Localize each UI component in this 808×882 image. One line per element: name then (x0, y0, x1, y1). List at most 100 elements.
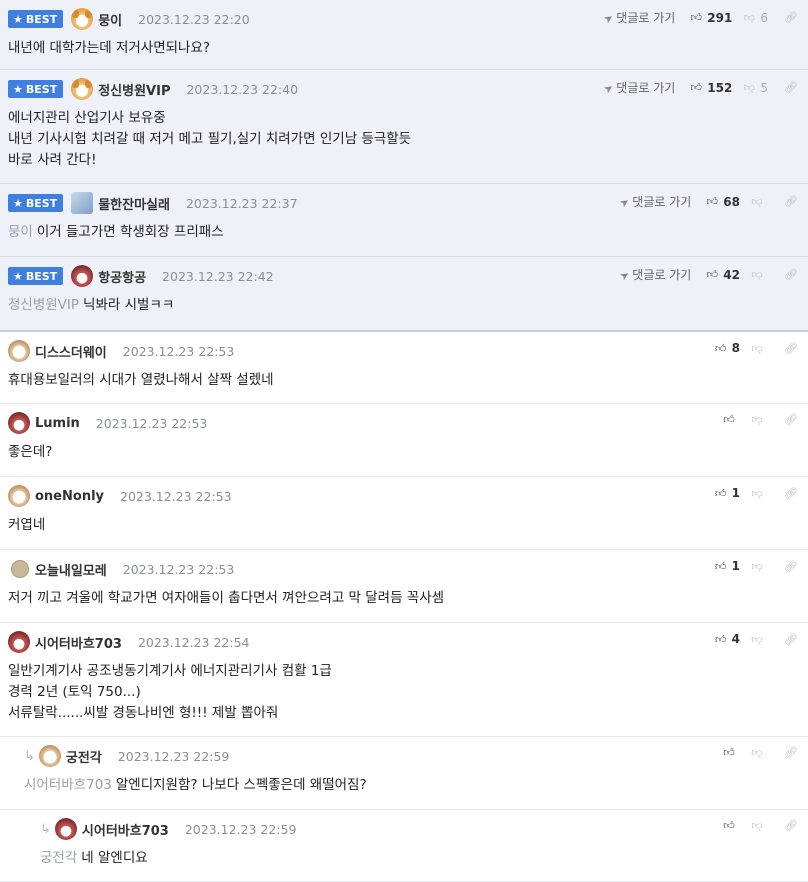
dog-avatar[interactable] (71, 78, 94, 100)
share-link-icon[interactable]: 🔗︎ (784, 195, 798, 208)
comment-item: Lumin 2023.12.23 22:53 👍︎ 👎︎ 🔗︎ 좋은데? (0, 404, 808, 477)
share-link-icon[interactable]: 🔗︎ (784, 81, 798, 94)
goto-comment-link[interactable]: ➤댓글로 가기 (617, 266, 692, 284)
comment-line: 내년 기사시험 치려갈 때 저거 메고 필기,실기 치려가면 인기남 등극할듯 (8, 129, 411, 150)
best-label: BEST (25, 82, 58, 96)
timestamp: 2023.12.23 22:42 (162, 268, 274, 284)
share-link-icon[interactable]: 🔗︎ (784, 11, 798, 24)
thumbs-down-icon[interactable]: 👎︎ (750, 819, 764, 832)
goto-label: 댓글로 가기 (632, 268, 692, 282)
robot-avatar[interactable] (71, 192, 94, 214)
comment-item: 오늘내일모레 2023.12.23 22:53 👍︎ 1 👎︎ 🔗︎ 저거 끼고 겨울에 학… (0, 550, 808, 623)
author-name[interactable]: 정신병원VIP (98, 80, 170, 99)
puppy-avatar[interactable] (8, 340, 30, 362)
puppy-avatar[interactable] (8, 485, 30, 507)
mention-tag[interactable]: 뭉이 (8, 224, 33, 240)
timestamp: 2023.12.23 22:20 (138, 11, 250, 27)
comment-actions: 👍︎ 8 👎︎ 🔗︎ (714, 341, 798, 355)
thumbs-up-icon[interactable]: 👍︎ (722, 819, 736, 832)
author-name[interactable]: 시어터바흐703 (82, 820, 169, 839)
thumbs-down-icon[interactable]: 👎︎ (750, 342, 764, 355)
share-link-icon[interactable]: 🔗︎ (784, 633, 798, 646)
thumbs-down-icon[interactable]: 👎︎ (750, 560, 764, 573)
puppy-avatar[interactable] (38, 745, 61, 767)
upvote-count: 8 (731, 341, 740, 355)
comment-actions: 👍︎ 👎︎ 🔗︎ (722, 413, 798, 426)
author-name[interactable]: 뭉이 (98, 10, 122, 29)
comment-header: ↳ 궁전각 2023.12.23 22:59 (24, 745, 229, 767)
upvote-count: 4 (731, 632, 740, 646)
comment-text: 서류탈락......씨발 경동나비엔 형!!! 제발 뽑아줘 (8, 705, 279, 721)
thumbs-up-icon[interactable]: 👍︎ (714, 487, 728, 500)
pig-avatar[interactable] (54, 818, 77, 840)
best-badge: ★ BEST (8, 10, 64, 28)
author-name[interactable]: 디스스더웨이 (35, 342, 107, 361)
upvote-count: 152 (707, 80, 733, 95)
thumbs-up-icon[interactable]: 👍︎ (689, 11, 703, 24)
comment-header: ★ BEST 정신병원VIP 2023.12.23 22:40 (8, 78, 298, 100)
thumbs-down-icon[interactable]: 👎︎ (750, 746, 764, 759)
thumbs-up-icon[interactable]: 👍︎ (722, 746, 736, 759)
star-icon: ★ (13, 196, 23, 210)
author-name[interactable]: 물한잔마실래 (98, 194, 170, 213)
comment-text: 알엔디지원함? 나보다 스펙좋은데 왜떨어짐? (115, 777, 367, 793)
thumbs-down-icon[interactable]: 👎︎ (742, 81, 756, 94)
share-link-icon[interactable]: 🔗︎ (784, 487, 798, 500)
comment-body: 궁전각 네 알엔디요 (40, 848, 148, 869)
comment-text: 내년 기사시험 치려갈 때 저거 메고 필기,실기 치려가면 인기남 등극할듯 (8, 131, 412, 147)
thumbs-down-icon[interactable]: 👎︎ (750, 195, 764, 208)
share-link-icon[interactable]: 🔗︎ (784, 268, 798, 281)
author-name[interactable]: Lumin (35, 416, 80, 431)
thumbs-down-icon[interactable]: 👎︎ (750, 268, 764, 281)
share-link-icon[interactable]: 🔗︎ (784, 746, 798, 759)
comment-header: 시어터바흐703 2023.12.23 22:54 (8, 631, 250, 653)
thumbs-up-icon[interactable]: 👍︎ (714, 560, 728, 573)
thumbs-down-icon[interactable]: 👎︎ (742, 11, 756, 24)
dog-avatar[interactable] (71, 8, 94, 30)
reply-arrow-icon: ↳ (40, 821, 51, 837)
comment-header: ★ BEST 항공항공 2023.12.23 22:42 (8, 265, 274, 287)
thumbs-up-icon[interactable]: 👍︎ (705, 268, 719, 281)
comment-header: ★ BEST 뭉이 2023.12.23 22:20 (8, 8, 250, 30)
comment-item: ↳ 시어터바흐703 2023.12.23 22:59 👍︎ 👎︎ 🔗︎ 궁전각 네 알엔디요 (0, 810, 808, 882)
best-label: BEST (25, 12, 58, 26)
share-link-icon[interactable]: 🔗︎ (784, 560, 798, 573)
author-name[interactable]: 궁전각 (66, 747, 102, 766)
comment-list: ★ BEST 뭉이 2023.12.23 22:20 ➤댓글로 가기 👍︎ 291 👎︎ 6 🔗︎… (0, 0, 808, 882)
mention-tag[interactable]: 정신병원VIP (8, 297, 79, 313)
pig-avatar[interactable] (8, 412, 30, 434)
goto-comment-link[interactable]: ➤댓글로 가기 (601, 9, 675, 27)
author-name[interactable]: oneNonly (35, 489, 104, 504)
thumbs-up-icon[interactable]: 👍︎ (722, 413, 736, 426)
thumbs-up-icon[interactable]: 👍︎ (714, 342, 728, 355)
thumbs-up-icon[interactable]: 👍︎ (714, 633, 728, 646)
author-name[interactable]: 오늘내일모레 (35, 560, 107, 579)
comment-actions: 👍︎ 👎︎ 🔗︎ (722, 746, 798, 759)
comment-actions: 👍︎ 👎︎ 🔗︎ (722, 819, 798, 832)
timestamp: 2023.12.23 22:54 (137, 634, 250, 650)
pig-avatar[interactable] (71, 265, 94, 287)
comment-line: 에너지관리 산업기사 보유중 (8, 108, 411, 129)
mention-tag[interactable]: 시어터바흐703 (24, 777, 112, 793)
comment-text: 에너지관리 산업기사 보유중 (8, 110, 166, 126)
thumbs-down-icon[interactable]: 👎︎ (750, 487, 764, 500)
comment-actions: 👍︎ 4 👎︎ 🔗︎ (714, 632, 798, 646)
goto-comment-link[interactable]: ➤댓글로 가기 (617, 193, 691, 211)
downvote-count: 5 (760, 80, 768, 95)
pig-avatar[interactable] (8, 631, 30, 653)
comment-item: ★ BEST 물한잔마실래 2023.12.23 22:37 ➤댓글로 가기 👍︎ 68 👎︎… (0, 184, 808, 257)
star-icon: ★ (13, 82, 23, 96)
thumbs-down-icon[interactable]: 👎︎ (750, 633, 764, 646)
share-link-icon[interactable]: 🔗︎ (784, 819, 798, 832)
goto-comment-link[interactable]: ➤댓글로 가기 (601, 79, 675, 97)
mention-tag[interactable]: 궁전각 (40, 850, 77, 866)
share-link-icon[interactable]: 🔗︎ (784, 342, 798, 355)
thumbs-up-icon[interactable]: 👍︎ (705, 195, 719, 208)
share-link-icon[interactable]: 🔗︎ (784, 413, 798, 426)
dot-avatar[interactable] (11, 560, 29, 578)
author-name[interactable]: 항공항공 (98, 267, 146, 286)
comment-header: ★ BEST 물한잔마실래 2023.12.23 22:37 (8, 192, 298, 214)
thumbs-up-icon[interactable]: 👍︎ (689, 81, 703, 94)
thumbs-down-icon[interactable]: 👎︎ (750, 413, 764, 426)
author-name[interactable]: 시어터바흐703 (35, 633, 122, 652)
